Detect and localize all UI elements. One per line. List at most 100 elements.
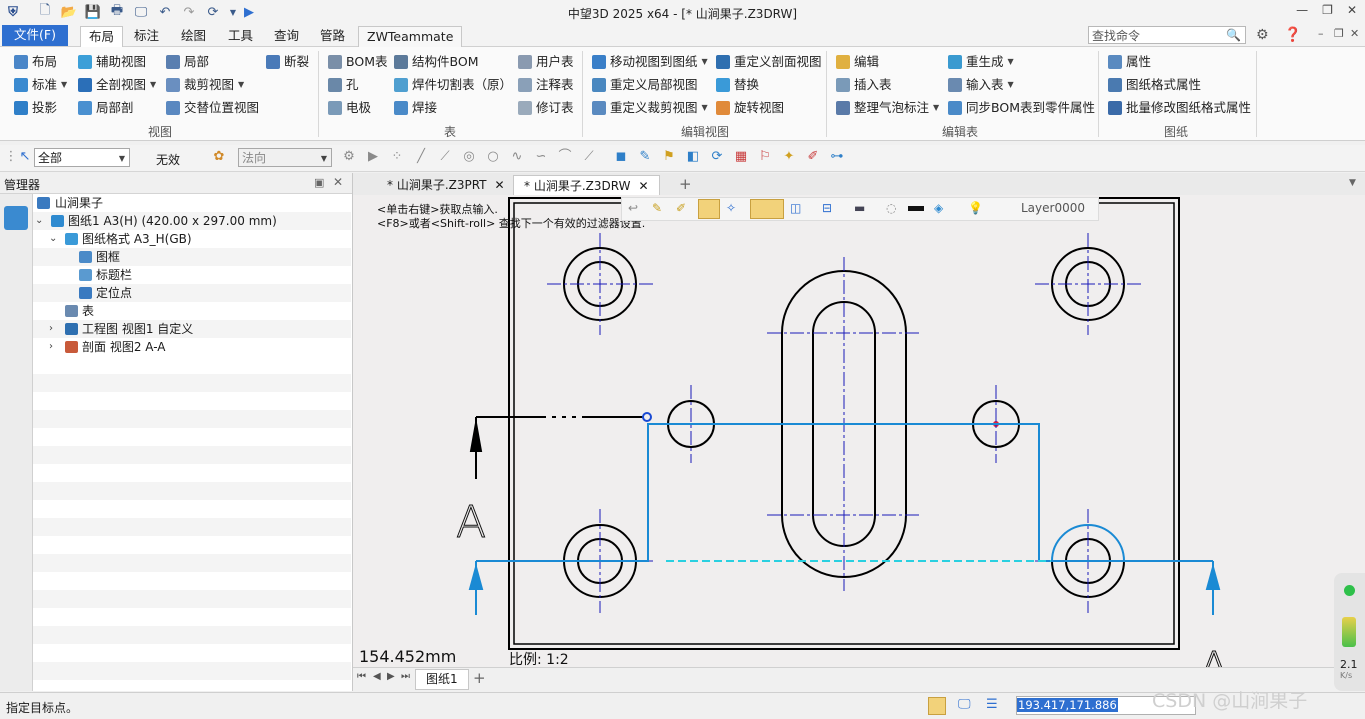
render-mode-icon[interactable]: ▬ xyxy=(854,201,865,215)
direction-select[interactable]: 法向 ▼ xyxy=(238,148,332,167)
input-mode-icon[interactable] xyxy=(928,697,946,715)
dotted-circle-icon[interactable]: ◌ xyxy=(886,201,896,215)
command-search-input[interactable]: 查找命令 xyxy=(1088,26,1246,44)
play-icon[interactable]: ▶ xyxy=(366,150,380,164)
crop-view-button[interactable]: 裁剪视图 ▼ xyxy=(166,75,244,95)
sheet-format-props-button[interactable]: 图纸格式属性 xyxy=(1108,75,1201,95)
bom-table-button[interactable]: BOM表 xyxy=(328,52,387,72)
back-icon[interactable]: ↩ xyxy=(628,201,638,215)
tree-item[interactable]: 标题栏 xyxy=(33,266,351,284)
next-sheet-icon[interactable]: ▶ xyxy=(387,671,395,682)
tree-item[interactable]: › 剖面 视图2 A-A xyxy=(33,338,351,356)
search-icon[interactable]: 🔍 xyxy=(1226,28,1241,42)
first-sheet-icon[interactable]: ⏮ xyxy=(357,671,366,682)
file-menu-button[interactable]: 文件(F) xyxy=(2,25,68,46)
line-icon[interactable]: ╱ xyxy=(414,150,428,164)
refresh-icon[interactable]: ⟳ xyxy=(710,150,724,164)
structure-bom-button[interactable]: 结构件BOM xyxy=(394,52,478,72)
tab-close-icon[interactable]: ✕ xyxy=(638,179,648,193)
gear-icon[interactable]: ⚙ xyxy=(1256,27,1269,43)
grid-icon[interactable]: ▦ xyxy=(734,150,748,164)
tree-item[interactable]: 表 xyxy=(33,302,351,320)
drawing-manager-icon[interactable] xyxy=(4,206,28,230)
regenerate-button[interactable]: 重生成 ▼ xyxy=(948,52,1014,72)
note-table-button[interactable]: 注释表 xyxy=(518,75,574,95)
weld-table-button[interactable]: 焊接 xyxy=(394,98,437,118)
projection-button[interactable]: 投影 xyxy=(14,98,57,118)
doc-restore-icon[interactable]: ❐ xyxy=(1334,27,1344,40)
arc-icon[interactable]: ⌒ xyxy=(558,150,572,164)
tag-icon[interactable]: ✦ xyxy=(782,150,796,164)
link-icon[interactable]: ⊶ xyxy=(830,150,844,164)
curve-icon[interactable]: ∿ xyxy=(510,150,524,164)
help-icon[interactable]: ❓ xyxy=(1284,27,1301,43)
import-table-button[interactable]: 输入表 ▼ xyxy=(948,75,1014,95)
circle-icon[interactable]: ○ xyxy=(486,150,500,164)
select-icon[interactable]: ↖ xyxy=(18,150,32,164)
paint-icon[interactable]: ✐ xyxy=(676,201,686,215)
doc-close-icon[interactable]: ✕ xyxy=(1350,27,1359,40)
drawing-canvas[interactable]: A A <单击右键>获取点输入. <F8>或者<Shift-roll> 查找下一… xyxy=(353,195,1365,668)
tree-item[interactable]: ⌄ 图纸格式 A3_H(GB) xyxy=(33,230,351,248)
pin-icon[interactable]: ⚑ xyxy=(662,150,676,164)
break-view-button[interactable]: 断裂 xyxy=(266,52,309,72)
tab-zwteammate[interactable]: ZWTeammate xyxy=(358,26,463,48)
redefine-crop-button[interactable]: 重定义裁剪视图 ▼ xyxy=(592,98,708,118)
section-display-icon[interactable]: ⊟ xyxy=(822,201,832,215)
prev-sheet-icon[interactable]: ◀ xyxy=(373,671,381,682)
snap-icon[interactable]: ⚙ xyxy=(342,150,356,164)
doc-tab-part[interactable]: * 山涧果子.Z3PRT ✕ xyxy=(377,175,515,195)
drawing-svg[interactable]: A A xyxy=(353,195,1365,667)
layer-icon[interactable]: ◈ xyxy=(934,201,943,215)
panel-close-icon[interactable]: ✕ xyxy=(333,175,343,189)
local-section-button[interactable]: 局部剖 xyxy=(78,98,134,118)
line2-icon[interactable]: ⟋ xyxy=(438,150,452,164)
tab-piping[interactable]: 管路 xyxy=(312,26,353,46)
grid-display-icon[interactable] xyxy=(750,199,784,219)
tab-annotate[interactable]: 标注 xyxy=(126,26,167,46)
tree-item[interactable]: ⌄ 图纸1 A3(H) (420.00 x 297.00 mm) xyxy=(33,212,351,230)
pick-filter-icon[interactable]: ✿ xyxy=(212,150,226,164)
monitor-icon[interactable]: 🖵 xyxy=(958,697,971,712)
insert-table-button[interactable]: 插入表 xyxy=(836,75,892,95)
rotate-view-button[interactable]: 旋转视图 xyxy=(716,98,784,118)
full-section-button[interactable]: 全剖视图 ▼ xyxy=(78,75,156,95)
last-sheet-icon[interactable]: ⏭ xyxy=(401,671,410,682)
add-sheet-icon[interactable]: + xyxy=(473,669,486,687)
edit-icon[interactable]: ✎ xyxy=(638,150,652,164)
view-icon[interactable]: ◧ xyxy=(686,150,700,164)
cube-icon[interactable]: ◼ xyxy=(614,150,628,164)
bulb-icon[interactable]: 💡 xyxy=(968,201,983,215)
properties-button[interactable]: 属性 xyxy=(1108,52,1151,72)
filter-select[interactable]: 全部 ▼ xyxy=(34,148,130,167)
move-view-to-sheet-button[interactable]: 移动视图到图纸 ▼ xyxy=(592,52,708,72)
weld-cut-table-button[interactable]: 焊件切割表（原） xyxy=(394,75,512,95)
arrange-balloons-button[interactable]: 整理气泡标注 ▼ xyxy=(836,98,939,118)
tab-query[interactable]: 查询 xyxy=(266,26,307,46)
brush-icon[interactable]: ✐ xyxy=(806,150,820,164)
alt-position-view-button[interactable]: 交替位置视图 xyxy=(166,98,259,118)
detail-view-button[interactable]: 局部 xyxy=(166,52,209,72)
spline-icon[interactable]: ∽ xyxy=(534,150,548,164)
diag-icon[interactable]: ⟋ xyxy=(582,150,596,164)
edit-table-button[interactable]: 编辑 xyxy=(836,52,879,72)
tree-item[interactable]: 图框 xyxy=(33,248,351,266)
hole-table-button[interactable]: 孔 xyxy=(328,75,359,95)
redefine-section-button[interactable]: 重定义剖面视图 xyxy=(716,52,822,72)
new-tab-icon[interactable]: + xyxy=(679,175,692,193)
tab-tools[interactable]: 工具 xyxy=(220,26,261,46)
panel-pin-icon[interactable]: ▣ xyxy=(314,176,324,189)
close-icon[interactable]: ✕ xyxy=(1347,3,1357,17)
replace-button[interactable]: 替换 xyxy=(716,75,759,95)
tab-draw[interactable]: 绘图 xyxy=(173,26,214,46)
brush-icon[interactable]: ✎ xyxy=(652,201,662,215)
marker-icon[interactable]: ⚐ xyxy=(758,150,772,164)
user-table-button[interactable]: 用户表 xyxy=(518,52,574,72)
electrode-table-button[interactable]: 电极 xyxy=(328,98,371,118)
tab-layout[interactable]: 布局 xyxy=(80,26,124,47)
standard-view-button[interactable]: 标准 ▼ xyxy=(14,75,67,95)
layer-select[interactable]: Layer0000 xyxy=(1021,201,1085,215)
restore-icon[interactable]: ❐ xyxy=(1322,3,1333,17)
line-weight-icon[interactable] xyxy=(908,206,924,211)
sheet-tab[interactable]: 图纸1 xyxy=(415,669,469,690)
